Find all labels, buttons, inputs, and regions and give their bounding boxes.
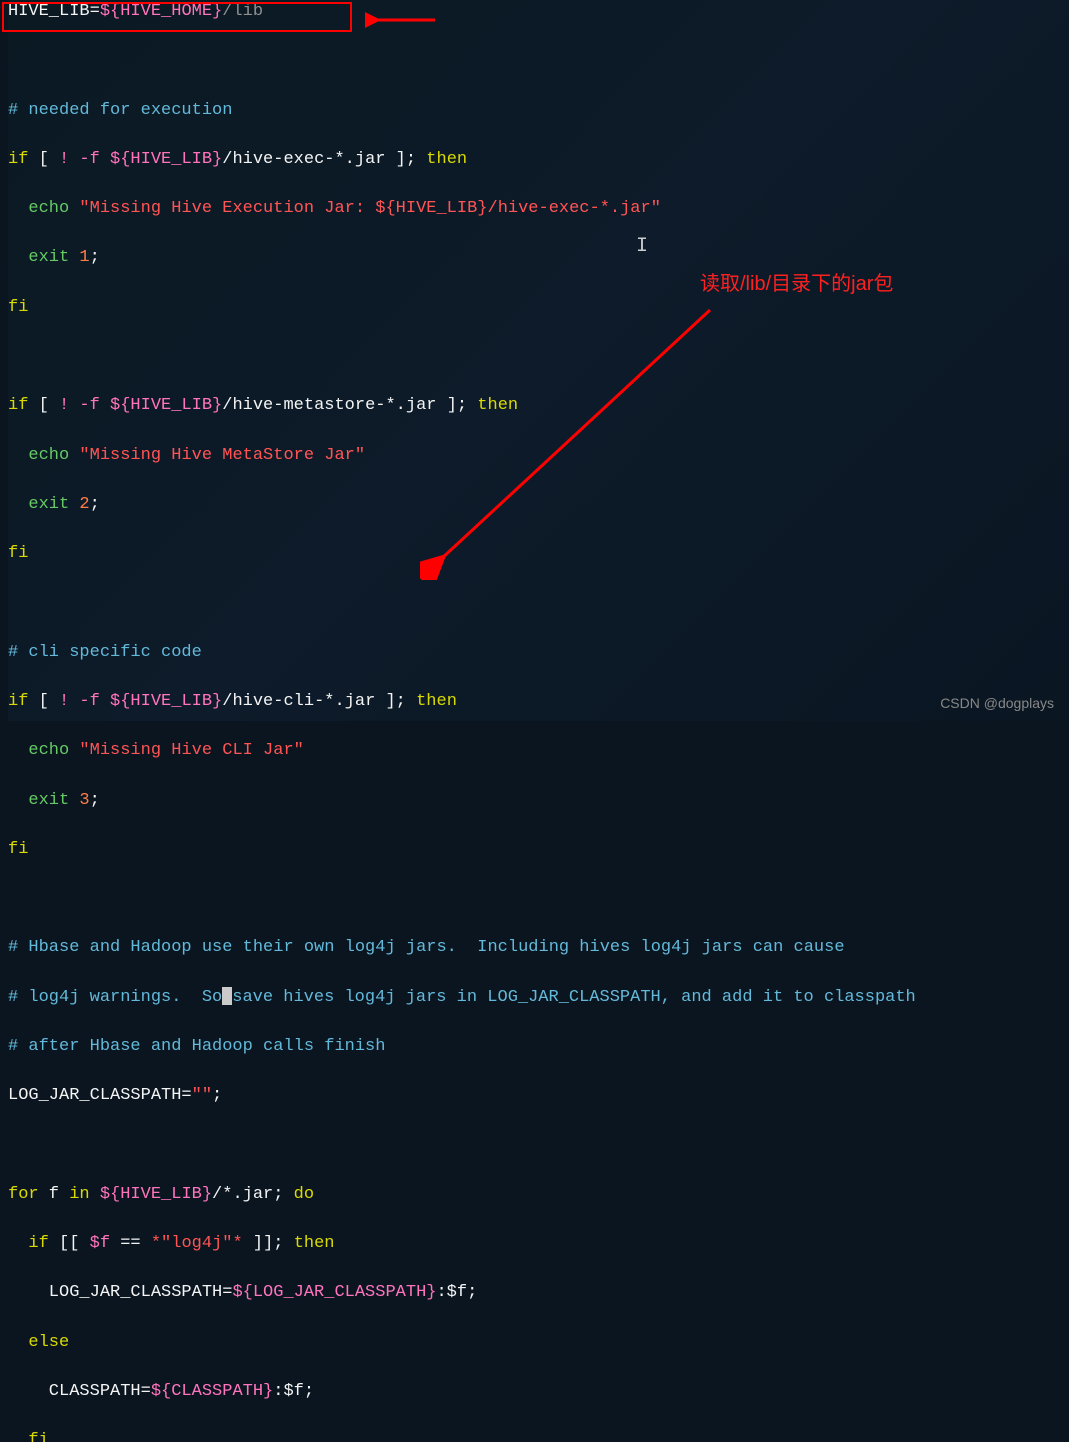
watermark-text: CSDN @dogplays [940,693,1054,713]
comment-hbase-1: # Hbase and Hadoop use their own log4j j… [8,938,845,957]
annotation-arrow-top [365,10,445,40]
mouse-cursor-icon: I [636,232,648,261]
shell-script-content: HIVE_LIB=${HIVE_HOME}/lib # needed for e… [8,0,1069,1442]
comment-execution: # needed for execution [8,101,232,120]
text-cursor [222,987,232,1005]
highlight-box [2,2,352,32]
annotation-text: 读取/lib/目录下的jar包 [700,270,893,299]
annotation-arrow-diagonal [420,300,740,580]
comment-cli: # cli specific code [8,643,202,662]
